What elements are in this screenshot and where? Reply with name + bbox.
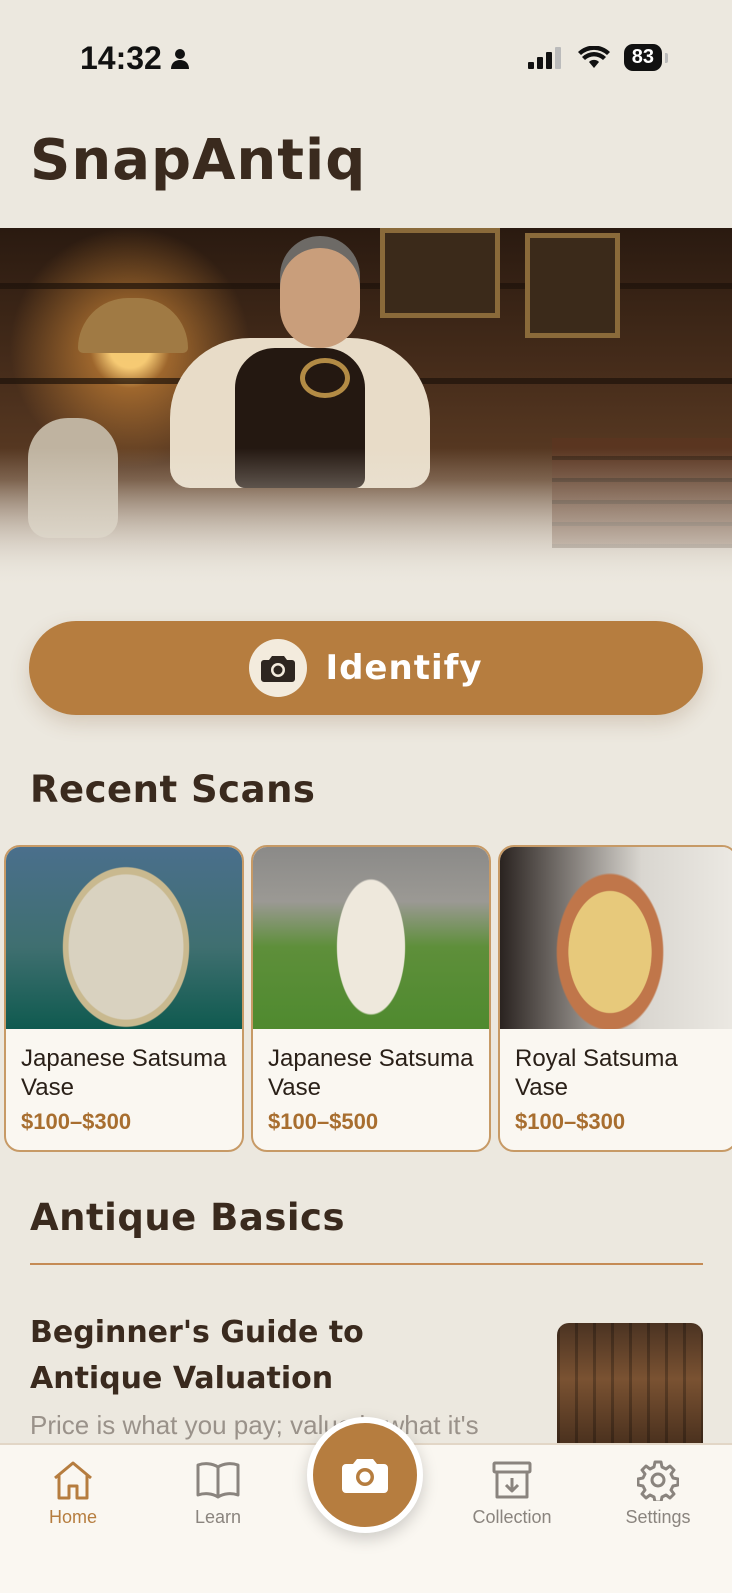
scan-card[interactable]: Japanese Satsuma Vase $100–$500	[251, 845, 491, 1152]
scan-card-price: $100–$300	[21, 1109, 132, 1134]
status-bar: 14:32 83	[0, 0, 732, 120]
tab-collection[interactable]: Collection	[452, 1459, 572, 1528]
tab-settings[interactable]: Settings	[598, 1459, 718, 1528]
person-icon	[170, 48, 189, 69]
archive-icon	[492, 1461, 532, 1499]
identify-label: Identify	[325, 648, 483, 688]
article-snippet: Price is what you pay; value is what it'…	[30, 1410, 479, 1440]
article-title: Beginner's Guide to Antique Valuation	[30, 1315, 364, 1396]
app-title: SnapAntiq	[30, 128, 367, 193]
scan-card-price: $100–$500	[268, 1109, 379, 1134]
scan-card-price: $100–$300	[515, 1109, 626, 1134]
scan-card-image	[500, 847, 732, 1029]
camera-icon	[249, 639, 308, 697]
identify-button[interactable]: Identify	[29, 621, 703, 715]
antique-basics-title: Antique Basics	[30, 1196, 345, 1239]
hero-image	[0, 228, 732, 588]
scan-card-title: Japanese Satsuma Vase	[21, 1045, 227, 1101]
tab-home[interactable]: Home	[13, 1459, 133, 1528]
scan-card-title: Royal Satsuma Vase	[515, 1045, 678, 1101]
scan-card-title: Japanese Satsuma Vase	[268, 1045, 474, 1101]
scan-card[interactable]: Royal Satsuma Vase $100–$300	[498, 845, 732, 1152]
tab-label: Settings	[625, 1507, 691, 1527]
tab-label: Collection	[472, 1507, 552, 1527]
tab-label: Home	[48, 1507, 97, 1527]
recent-scans-list: Japanese Satsuma Vase $100–$300 Japanese…	[4, 845, 732, 1152]
section-divider	[30, 1263, 703, 1265]
home-icon	[54, 1461, 92, 1500]
tab-label: Learn	[194, 1507, 242, 1527]
tab-learn[interactable]: Learn	[158, 1459, 278, 1528]
signal-icon	[527, 46, 561, 69]
scan-card-image	[6, 847, 242, 1029]
scan-camera-button[interactable]	[307, 1417, 423, 1533]
time-text: 14:32	[80, 40, 162, 76]
book-icon	[196, 1462, 240, 1499]
gear-icon	[637, 1460, 679, 1501]
scan-card-image	[253, 847, 489, 1029]
wifi-icon	[577, 45, 610, 68]
status-icons: 83	[527, 44, 669, 71]
recent-scans-title: Recent Scans	[30, 768, 316, 811]
camera-icon	[342, 1459, 388, 1493]
battery-indicator: 83	[623, 44, 669, 71]
article-thumbnail	[557, 1323, 703, 1463]
status-time: 14:32	[80, 40, 190, 77]
scan-card[interactable]: Japanese Satsuma Vase $100–$300	[4, 845, 244, 1152]
